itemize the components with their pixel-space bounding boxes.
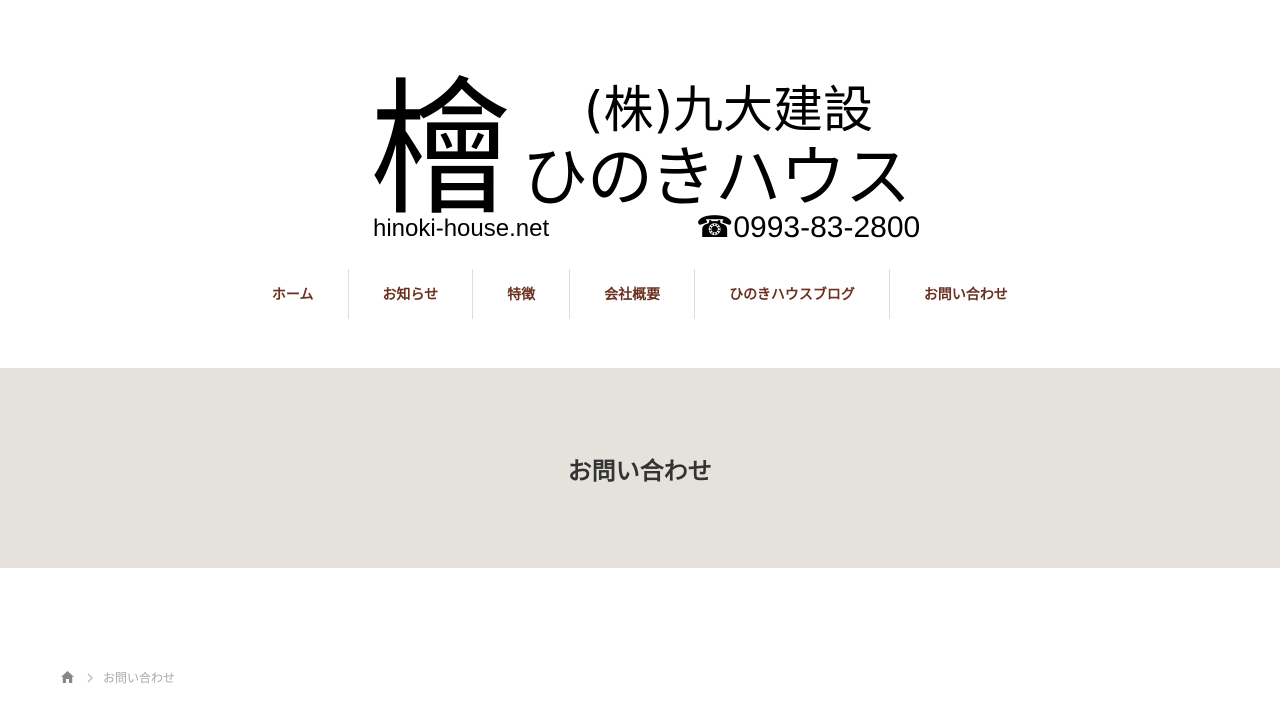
breadcrumb: お問い合わせ bbox=[60, 668, 175, 686]
logo-brand-name: ひのきハウス bbox=[522, 139, 911, 216]
site-logo[interactable]: 檜 (株)九大建設 ひのきハウス hinoki-house.net ☎0993-… bbox=[370, 65, 920, 248]
page-title: お問い合わせ bbox=[568, 456, 712, 485]
logo-phone: ☎0993-83-2800 bbox=[696, 211, 921, 244]
logo-kanji: 檜 bbox=[370, 65, 511, 237]
chevron-right-icon bbox=[87, 672, 93, 683]
nav-item-contact[interactable]: お問い合わせ bbox=[888, 269, 1042, 319]
nav-item-features[interactable]: 特徴 bbox=[472, 269, 569, 319]
nav-item-blog[interactable]: ひのきハウスブログ bbox=[694, 269, 889, 319]
breadcrumb-current: お問い合わせ bbox=[103, 670, 176, 685]
nav-item-home[interactable]: ホーム bbox=[238, 269, 348, 319]
global-nav: ホーム お知らせ 特徴 会社概要 ひのきハウスブログ お問い合わせ bbox=[0, 269, 1280, 319]
nav-item-news[interactable]: お知らせ bbox=[347, 269, 473, 319]
home-icon[interactable] bbox=[60, 670, 75, 684]
logo-domain: hinoki-house.net bbox=[373, 215, 550, 242]
nav-list: ホーム お知らせ 特徴 会社概要 ひのきハウスブログ お問い合わせ bbox=[238, 269, 1042, 319]
page-header-band: お問い合わせ bbox=[0, 368, 1280, 568]
nav-item-company[interactable]: 会社概要 bbox=[569, 269, 694, 319]
logo-company-name: (株)九大建設 bbox=[584, 81, 874, 139]
